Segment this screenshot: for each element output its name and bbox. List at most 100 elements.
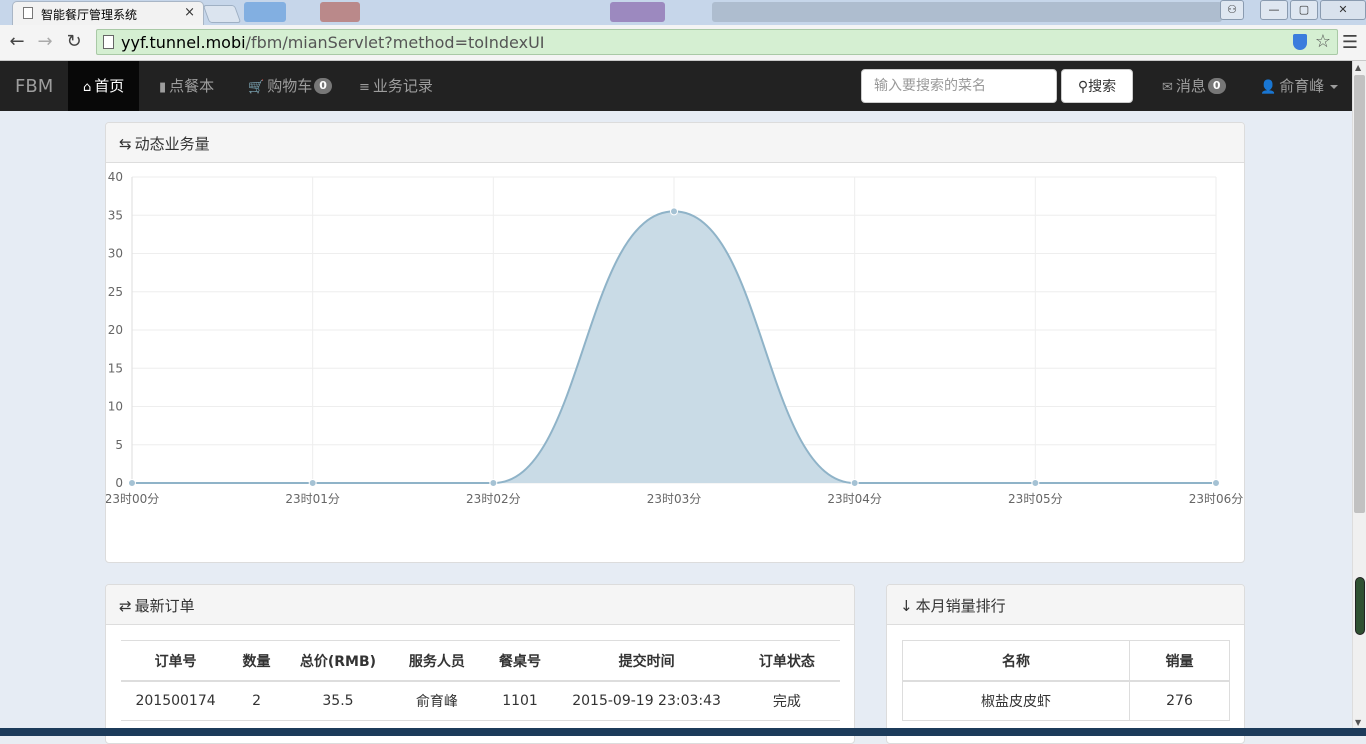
url-host: yyf.tunnel.mobi xyxy=(121,33,246,52)
y-tick-label: 5 xyxy=(115,438,123,452)
nav-messages-label: 消息 xyxy=(1175,77,1206,95)
search-input[interactable] xyxy=(861,69,1057,103)
column-header: 服务人员 xyxy=(393,640,481,682)
browser-toolbar: ← → ↻ yyf.tunnel.mobi/fbm/mianServlet?me… xyxy=(0,25,1366,61)
y-tick-label: 40 xyxy=(108,170,123,184)
dish-name-cell: 椒盐皮皮虾 xyxy=(902,681,1130,721)
waiter-cell: 俞育峰 xyxy=(393,681,481,721)
data-point xyxy=(489,479,498,487)
table-number-cell: 1101 xyxy=(480,681,560,721)
new-tab-button[interactable] xyxy=(202,5,242,23)
data-point xyxy=(1031,479,1040,487)
home-icon: ⌂ xyxy=(83,80,92,95)
sales-ranking-table: 名称 销量 椒盐皮皮虾 276 xyxy=(902,640,1230,721)
column-header: 提交时间 xyxy=(559,640,734,682)
panel-title: 本月销量排行 xyxy=(915,597,1006,615)
nav-business-records-label: 业务记录 xyxy=(372,77,433,95)
user-profile-icon[interactable]: ⚇ xyxy=(1220,0,1244,20)
scroll-down-icon[interactable]: ▼ xyxy=(1355,718,1361,727)
nav-cart-label: 购物车 xyxy=(267,77,313,95)
browser-menu-icon[interactable]: ☰ xyxy=(1342,32,1358,53)
y-tick-label: 20 xyxy=(108,323,123,337)
browser-tab[interactable]: 智能餐厅管理系统 × xyxy=(12,1,204,25)
tab-title: 智能餐厅管理系统 xyxy=(41,8,138,22)
background-window-blur xyxy=(320,2,360,22)
os-taskbar xyxy=(0,728,1366,736)
envelope-icon: ✉ xyxy=(1162,80,1173,95)
shield-icon[interactable] xyxy=(1293,34,1307,50)
background-window-blur xyxy=(610,2,665,22)
scroll-up-icon[interactable]: ▲ xyxy=(1355,63,1361,72)
business-volume-chart: 0 5 10 15 20 25 30 35 40 23时00分 23时01分 23时02分 23时03分… xyxy=(106,170,1244,506)
user-name: 俞育峰 xyxy=(1279,77,1325,95)
window-controls: ⚇ — ▢ ✕ xyxy=(1220,0,1366,20)
column-header: 名称 xyxy=(902,640,1130,682)
list-icon: ≡ xyxy=(359,80,370,95)
browser-titlebar: 智能餐厅管理系统 × ⚇ — ▢ ✕ xyxy=(0,0,1366,25)
x-tick-label: 23时06分 xyxy=(1189,492,1244,506)
order-status-cell: 完成 xyxy=(733,681,840,721)
sales-count-cell: 276 xyxy=(1129,681,1230,721)
data-point xyxy=(670,207,678,216)
submit-time-cell: 2015-09-19 23:03:43 xyxy=(559,681,734,721)
url-text[interactable]: yyf.tunnel.mobi/fbm/mianServlet?method=t… xyxy=(121,33,545,52)
x-tick-label: 23时05分 xyxy=(1008,492,1063,506)
table-header-row: 名称 销量 xyxy=(902,640,1230,682)
y-tick-label: 15 xyxy=(108,361,123,375)
monthly-sales-ranking-panel: ↓ 本月销量排行 名称 销量 椒盐皮皮虾 276 xyxy=(886,584,1245,744)
close-window-button[interactable]: ✕ xyxy=(1320,0,1366,20)
exchange-icon: ⇄ xyxy=(119,597,132,615)
data-point xyxy=(850,479,859,487)
address-bar[interactable]: yyf.tunnel.mobi/fbm/mianServlet?method=t… xyxy=(96,29,1338,55)
y-tick-label: 25 xyxy=(108,285,123,299)
x-tick-label: 23时04分 xyxy=(827,492,882,506)
reload-icon[interactable]: ↻ xyxy=(63,31,85,53)
cart-icon: 🛒 xyxy=(248,80,265,95)
table-header-row: 订单号 数量 总价(RMB) 服务人员 餐桌号 提交时间 订单状态 xyxy=(121,640,840,682)
column-header: 订单号 xyxy=(121,640,231,682)
search-button[interactable]: ⚲搜索 xyxy=(1061,69,1133,103)
background-window-blur xyxy=(712,2,1222,22)
nav-cart[interactable]: 🛒 购物车 0 xyxy=(248,61,332,111)
y-tick-label: 0 xyxy=(115,476,123,490)
nav-menu-book[interactable]: ▮ 点餐本 xyxy=(159,61,214,111)
panel-heading: ⇆ 动态业务量 xyxy=(106,123,1244,163)
brand-logo[interactable]: FBM xyxy=(15,76,53,97)
page-icon xyxy=(23,7,33,19)
chevron-down-icon xyxy=(1330,84,1339,89)
nav-business-records[interactable]: ≡ 业务记录 xyxy=(359,61,433,111)
column-header: 总价(RMB) xyxy=(282,640,393,682)
data-point xyxy=(1212,479,1220,487)
minimize-button[interactable]: — xyxy=(1260,0,1288,20)
nav-user-menu[interactable]: 👤 俞育峰 xyxy=(1260,61,1339,111)
series-area xyxy=(132,211,1216,484)
panel-title: 动态业务量 xyxy=(134,135,210,153)
column-header: 餐桌号 xyxy=(480,640,560,682)
bookmark-star-icon[interactable]: ☆ xyxy=(1315,31,1331,52)
forward-icon[interactable]: → xyxy=(34,31,56,53)
scrollbar-thumb[interactable] xyxy=(1354,75,1365,513)
nav-home[interactable]: ⌂ 首页 xyxy=(68,61,140,111)
back-icon[interactable]: ← xyxy=(6,31,28,53)
column-header: 订单状态 xyxy=(733,640,840,682)
y-tick-label: 30 xyxy=(108,247,123,261)
x-tick-label: 23时02分 xyxy=(466,492,521,506)
order-id-cell: 201500174 xyxy=(121,681,231,721)
sort-desc-icon: ↓ xyxy=(900,597,913,615)
page-icon xyxy=(103,35,114,49)
search-button-label: 搜索 xyxy=(1088,79,1117,95)
quantity-cell: 2 xyxy=(230,681,283,721)
user-icon: 👤 xyxy=(1260,80,1277,95)
data-point xyxy=(308,479,317,487)
nav-messages[interactable]: ✉ 消息 0 xyxy=(1162,61,1226,111)
y-tick-label: 10 xyxy=(108,400,123,414)
maximize-button[interactable]: ▢ xyxy=(1290,0,1318,20)
tab-close-icon[interactable]: × xyxy=(184,5,195,20)
table-row[interactable]: 201500174 2 35.5 俞育峰 1101 2015-09-19 23:… xyxy=(121,681,840,721)
y-tick-label: 35 xyxy=(108,208,123,222)
panel-heading: ⇄ 最新订单 xyxy=(106,585,854,625)
table-row[interactable]: 椒盐皮皮虾 276 xyxy=(902,681,1230,721)
business-volume-panel: ⇆ 动态业务量 0 5 10 15 20 25 30 35 40 23时00分 23时01分 23时02… xyxy=(105,122,1245,563)
column-header: 数量 xyxy=(230,640,283,682)
app-navbar: FBM ⌂首页 ▮点餐本 🛒购物车0 ≡业务记录 ⚲搜索 ✉消息0 👤俞育峰 xyxy=(0,61,1352,111)
